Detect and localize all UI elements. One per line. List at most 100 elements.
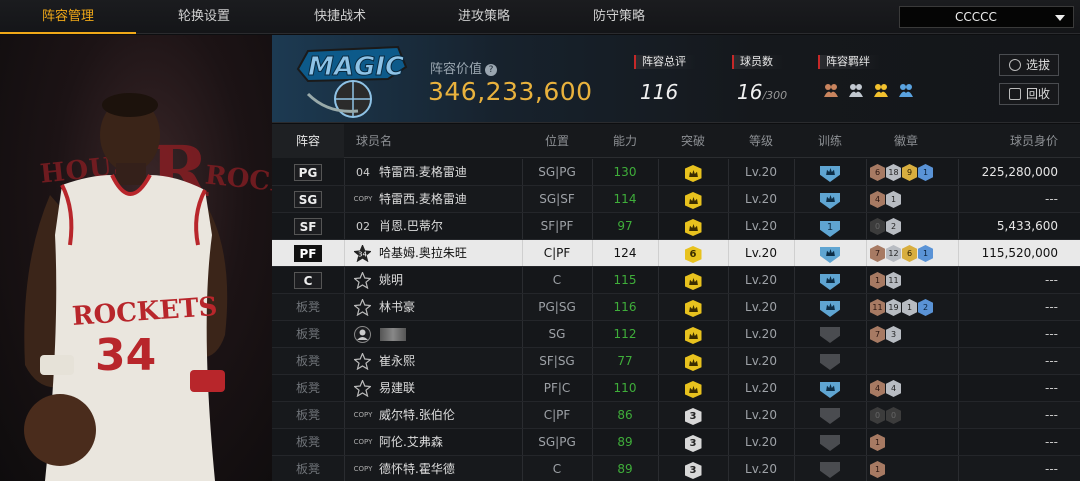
- player-position: C|PF: [543, 408, 571, 422]
- copy-tag: COPY: [353, 195, 373, 203]
- badge-silver-icon: 4: [886, 380, 901, 397]
- crown-badge-icon: [684, 381, 702, 398]
- col-badges[interactable]: 徽章: [866, 124, 946, 158]
- chemistry-bronze-icon[interactable]: [822, 81, 840, 99]
- chemistry-blue-icon[interactable]: [897, 81, 915, 99]
- tab-rotation-settings[interactable]: 轮换设置: [136, 0, 272, 34]
- tab-quick-tactics[interactable]: 快捷战术: [272, 0, 408, 34]
- player-position: C: [552, 273, 562, 287]
- player-ability: 115: [613, 273, 637, 287]
- breakthrough: [658, 159, 728, 186]
- column-divider: [522, 159, 523, 185]
- table-row[interactable]: 板凳 崔永熙 SF|SG 77 Lv.20 ---: [272, 348, 1080, 375]
- column-divider: [344, 267, 345, 293]
- player-name[interactable]: 崔永熙: [379, 348, 415, 375]
- player-ability: 97: [617, 219, 633, 233]
- col-player-value[interactable]: 球员身价: [958, 124, 1058, 158]
- player-name[interactable]: 威尔特.张伯伦: [379, 402, 455, 429]
- column-divider: [522, 348, 523, 374]
- player-badges: 6 18 9 1: [868, 159, 956, 186]
- player-figure-icon: [24, 93, 228, 481]
- table-row[interactable]: 板凳 林书豪 PG|SG 116 Lv.20 11 19 1 2 ---: [272, 294, 1080, 321]
- column-divider: [794, 186, 795, 212]
- player-name[interactable]: 德怀特.霍华德: [379, 456, 455, 481]
- table-row[interactable]: PG 04 特雷西.麦格雷迪 SG|PG 130 Lv.20 6 18 9 1 225,280,00…: [272, 159, 1080, 186]
- column-divider: [522, 402, 523, 428]
- column-divider: [728, 213, 729, 239]
- column-divider: [658, 348, 659, 374]
- col-position[interactable]: 位置: [522, 124, 592, 158]
- player-name[interactable]: 哈基姆.奥拉朱旺: [379, 240, 467, 267]
- player-value: ---: [1045, 354, 1058, 368]
- team-select-dropdown[interactable]: CCCCC: [899, 6, 1074, 28]
- table-row[interactable]: 板凳 COPY 德怀特.霍华德 C 89 3 Lv.20 1 ---: [272, 456, 1080, 481]
- player-name[interactable]: 肖恩.巴蒂尔: [379, 213, 443, 240]
- table-row[interactable]: PF 34 哈基姆.奥拉朱旺 C|PF 124 6 Lv.20 7 12 6 1 115,520,00…: [272, 240, 1080, 267]
- training-empty-icon: [820, 462, 840, 478]
- table-row[interactable]: 板凳 COPY 威尔特.张伯伦 C|PF 86 3 Lv.20 0 0 ---: [272, 402, 1080, 429]
- column-divider: [592, 240, 593, 266]
- recycle-button[interactable]: 回收: [999, 83, 1059, 105]
- col-player-name[interactable]: 球员名: [344, 124, 444, 158]
- player-name[interactable]: 特雷西.麦格雷迪: [379, 186, 467, 213]
- table-row[interactable]: C 姚明 C 115 Lv.20 1 11 ---: [272, 267, 1080, 294]
- player-name[interactable]: 阿伦.艾弗森: [379, 429, 443, 456]
- column-divider: [344, 294, 345, 320]
- overall-rating-value: 116: [640, 80, 679, 104]
- training: [794, 294, 866, 321]
- lineup-slot: 板凳: [295, 327, 320, 341]
- player-count: 16/300: [737, 80, 787, 104]
- table-row[interactable]: SF 02 肖恩.巴蒂尔 SF|PF 97 Lv.20 1 0 2 5,433,600: [272, 213, 1080, 240]
- player-name[interactable]: 姚明: [379, 267, 403, 294]
- training-empty-icon: [820, 435, 840, 451]
- player-value: ---: [1045, 273, 1058, 287]
- jersey-number: 34: [358, 251, 367, 259]
- position-tag: SF: [294, 218, 322, 235]
- help-icon[interactable]: ?: [485, 63, 498, 76]
- column-divider: [866, 375, 867, 401]
- badge-silver-icon: 3: [886, 326, 901, 343]
- breakthrough: [658, 348, 728, 375]
- player-badges: 11 19 1 2: [868, 294, 956, 321]
- chemistry-silver-icon[interactable]: [847, 81, 865, 99]
- player-name[interactable]: 易建联: [379, 375, 415, 402]
- lineup-slot: SG: [272, 186, 344, 213]
- col-level[interactable]: 等级: [728, 124, 794, 158]
- col-lineup[interactable]: 阵容: [272, 124, 344, 158]
- player-ability: 110: [613, 381, 637, 395]
- player-value: ---: [1045, 435, 1058, 449]
- chemistry-gold-icon[interactable]: [872, 81, 890, 99]
- table-row[interactable]: 板凳 易建联 PF|C 110 Lv.20 4 4 ---: [272, 375, 1080, 402]
- pick-players-button[interactable]: 选拔: [999, 54, 1059, 76]
- column-divider: [728, 348, 729, 374]
- player-name[interactable]: 特雷西.麦格雷迪: [379, 159, 467, 186]
- table-row[interactable]: 板凳 SG 112 Lv.20 7 3 ---: [272, 321, 1080, 348]
- player-ability: 114: [613, 192, 637, 206]
- column-divider: [344, 348, 345, 374]
- lineup-summary: MAGIC 阵容价值? 346,233,600 阵容总评 116 球员数 16/…: [272, 35, 1080, 123]
- avatar-icon: [354, 326, 371, 343]
- lineup-slot: SF: [272, 213, 344, 240]
- player-name[interactable]: 林书豪: [379, 294, 415, 321]
- tab-offense-strategy[interactable]: 进攻策略: [416, 0, 552, 34]
- player-level: Lv.20: [745, 381, 777, 395]
- col-training[interactable]: 训练: [794, 124, 866, 158]
- star-icon: 34: [354, 245, 371, 262]
- badge-bronze-icon: 11: [870, 299, 885, 316]
- tab-lineup-management[interactable]: 阵容管理: [0, 0, 136, 34]
- star-icon: [354, 272, 371, 289]
- col-breakthrough[interactable]: 突破: [658, 124, 728, 158]
- tab-defense-strategy[interactable]: 防守策略: [551, 0, 687, 34]
- copy-tag: COPY: [353, 438, 373, 446]
- table-row[interactable]: 板凳 COPY 阿伦.艾弗森 SG|PG 89 3 Lv.20 1 ---: [272, 429, 1080, 456]
- star-icon: [354, 299, 371, 316]
- training: [794, 321, 866, 348]
- column-divider: [794, 456, 795, 481]
- team-logo-text: MAGIC: [308, 52, 404, 82]
- table-row[interactable]: SG COPY 特雷西.麦格雷迪 SG|SF 114 Lv.20 4 1 ---: [272, 186, 1080, 213]
- crown-badge-icon: [684, 273, 702, 290]
- col-ability[interactable]: 能力: [592, 124, 658, 158]
- badge-blue-icon: 1: [918, 245, 933, 262]
- chemistry-label: 阵容羁绊: [818, 55, 880, 69]
- player-position: SF|SG: [539, 354, 575, 368]
